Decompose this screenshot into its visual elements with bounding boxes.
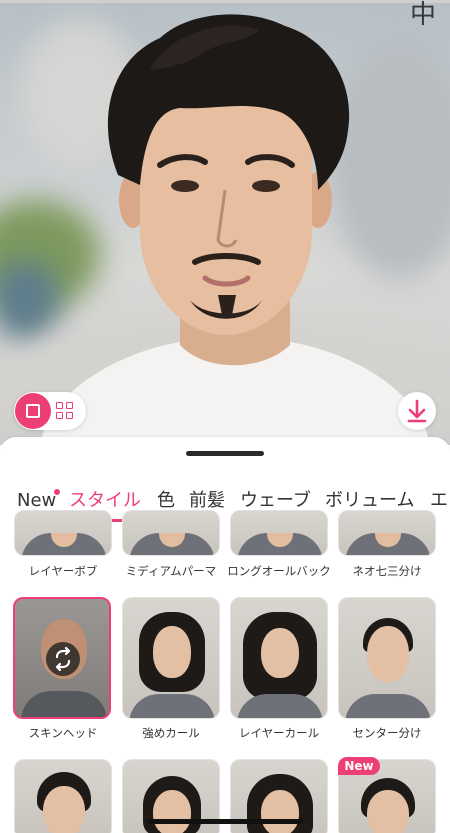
view-mode-toggle[interactable] bbox=[14, 392, 86, 430]
style-tile-layer-bob[interactable] bbox=[14, 510, 112, 556]
style-tile-center-part[interactable] bbox=[338, 597, 436, 719]
style-label: スキンヘッド bbox=[28, 726, 98, 740]
download-icon bbox=[407, 399, 427, 423]
style-tile-strong-curl[interactable] bbox=[122, 597, 220, 719]
style-label: レイヤーボブ bbox=[28, 564, 98, 578]
preview-photo: 中 bbox=[0, 0, 450, 445]
overlay-glyph: 中 bbox=[409, 0, 436, 30]
style-label: ロングオールバック bbox=[227, 564, 331, 578]
face-portrait bbox=[40, 14, 430, 445]
style-label: 強めカール bbox=[142, 726, 200, 740]
tab-more[interactable]: エ bbox=[430, 489, 448, 513]
style-label: ミディアムパーマ bbox=[125, 564, 217, 578]
grid-view-icon[interactable] bbox=[56, 402, 74, 420]
single-view-icon[interactable] bbox=[15, 393, 51, 429]
home-indicator bbox=[147, 819, 303, 824]
style-tile-neo-7-3[interactable] bbox=[338, 510, 436, 556]
download-button[interactable] bbox=[398, 392, 436, 430]
style-tile-long-allback[interactable] bbox=[230, 510, 328, 556]
style-tile-medium-perm[interactable] bbox=[122, 510, 220, 556]
style-tile-skinhead[interactable] bbox=[13, 597, 111, 719]
sheet-drag-handle[interactable] bbox=[186, 451, 264, 456]
style-label: センター分け bbox=[352, 726, 422, 740]
new-dot-indicator bbox=[54, 489, 60, 495]
swap-icon[interactable] bbox=[46, 642, 80, 676]
style-label: ネオ七三分け bbox=[352, 564, 422, 578]
style-tile-row3-1[interactable] bbox=[14, 759, 112, 833]
style-tile-layer-curl[interactable] bbox=[230, 597, 328, 719]
new-badge: New bbox=[338, 757, 380, 775]
style-label: レイヤーカール bbox=[238, 726, 320, 740]
